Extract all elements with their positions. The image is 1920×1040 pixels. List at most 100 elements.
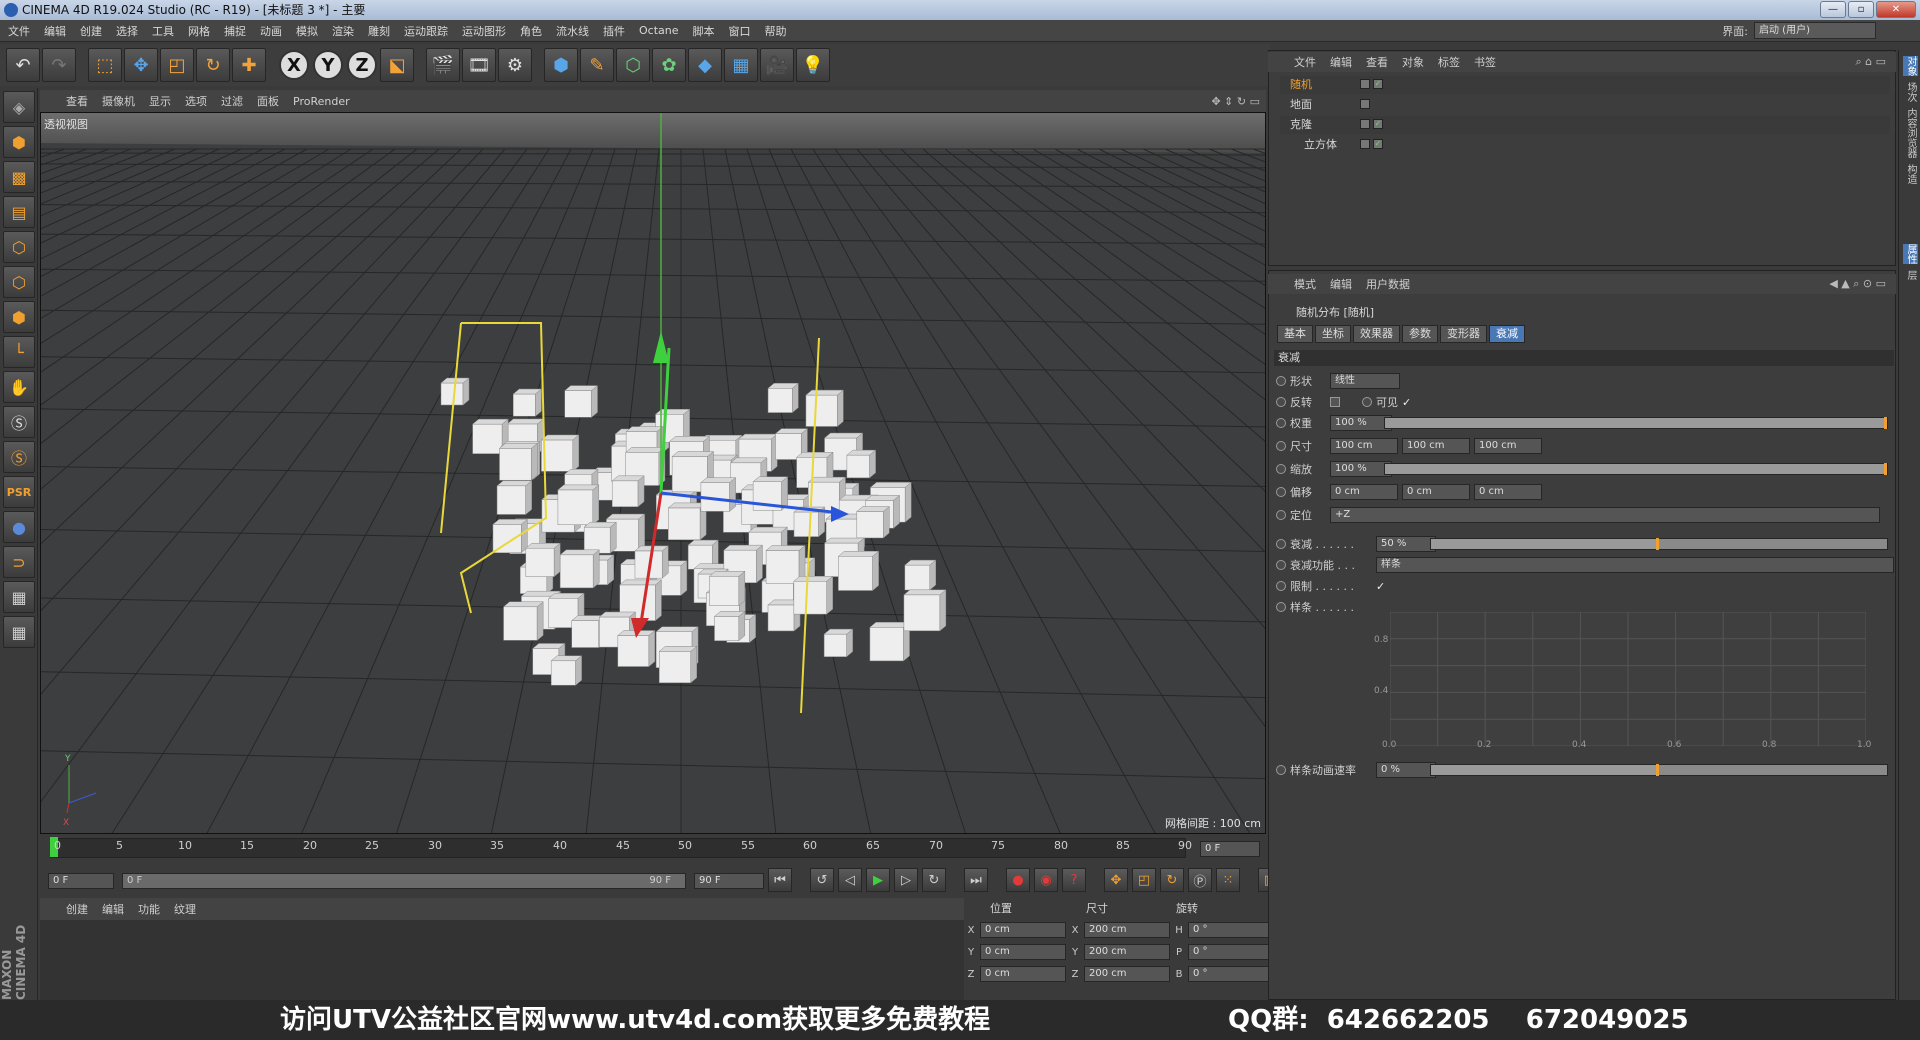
move-tool-icon[interactable]: ✥ — [124, 48, 158, 82]
perspective-viewport[interactable]: Y X 网格间距 : 100 cm — [40, 112, 1266, 834]
falloff-slider[interactable] — [1430, 538, 1888, 550]
viewport-menu-cameras[interactable]: 摄像机 — [102, 93, 135, 109]
om-menu-tags[interactable]: 标签 — [1438, 54, 1460, 70]
frame-range-slider[interactable]: 0 F 90 F — [122, 873, 686, 889]
position-x-field[interactable]: 0 cm — [980, 922, 1066, 938]
next-key-icon[interactable]: ↻ — [922, 868, 946, 892]
tab-falloff[interactable]: 衰减 — [1489, 325, 1525, 343]
render-view-icon[interactable]: 🎬 — [426, 48, 460, 82]
am-menu-mode[interactable]: 模式 — [1294, 276, 1316, 292]
go-to-end-icon[interactable]: ⏭ — [964, 868, 988, 892]
points-mode-icon[interactable]: ⬡ — [3, 231, 35, 263]
am-nav-icons[interactable]: ◀ ▲ ⌕ ⊙ ▭ — [1829, 277, 1886, 291]
rotation-p-field[interactable]: 0 ° — [1188, 944, 1274, 960]
size-y-field[interactable]: 200 cm — [1084, 944, 1170, 960]
grid-snap-icon[interactable]: ▦ — [3, 616, 35, 648]
visible-checkbox[interactable]: ✓ — [1402, 396, 1411, 409]
om-search-icon[interactable]: ⌕ ⌂ ▭ — [1855, 55, 1886, 69]
material-menu-texture[interactable]: 纹理 — [174, 901, 196, 917]
material-menu-function[interactable]: 功能 — [138, 901, 160, 917]
undo-icon[interactable]: ↶ — [6, 48, 40, 82]
weight-field[interactable]: 100 % — [1330, 415, 1392, 431]
clamp-checkbox[interactable]: ✓ — [1376, 580, 1385, 593]
position-z-field[interactable]: 0 cm — [980, 966, 1066, 982]
texture-mode-icon[interactable]: ▩ — [3, 161, 35, 193]
close-button[interactable]: ✕ — [1876, 1, 1916, 18]
workplane-icon[interactable]: ▤ — [3, 196, 35, 228]
menu-pipeline[interactable]: 流水线 — [556, 23, 589, 39]
strip-tab-attributes[interactable]: 属性 — [1903, 244, 1918, 264]
point-level-icon[interactable]: ⁙ — [1216, 868, 1240, 892]
grid-lock-icon[interactable]: ▦ — [3, 581, 35, 613]
menu-help[interactable]: 帮助 — [765, 23, 787, 39]
weight-slider[interactable] — [1384, 417, 1888, 429]
menu-mesh[interactable]: 网格 — [188, 23, 210, 39]
keyframe-selection-icon[interactable]: ? — [1062, 868, 1086, 892]
recent-tool-icon[interactable]: ✚ — [232, 48, 266, 82]
size-x-field[interactable]: 100 cm — [1330, 438, 1398, 454]
om-menu-file[interactable]: 文件 — [1294, 54, 1316, 70]
mograph-cloner-icon[interactable]: ✿ — [652, 48, 686, 82]
om-menu-edit[interactable]: 编辑 — [1330, 54, 1352, 70]
deformer-icon[interactable]: ◆ — [688, 48, 722, 82]
spline-anim-speed-slider[interactable] — [1430, 764, 1888, 776]
layout-dropdown[interactable]: 启动 (用户) — [1754, 22, 1876, 39]
menu-file[interactable]: 文件 — [8, 23, 30, 39]
am-menu-userdata[interactable]: 用户数据 — [1366, 276, 1410, 292]
orientation-dropdown[interactable]: +Z — [1330, 507, 1880, 523]
menu-tools[interactable]: 工具 — [152, 23, 174, 39]
live-selection-icon[interactable]: ⬚ — [88, 48, 122, 82]
render-picture-viewer-icon[interactable]: 🎞 — [462, 48, 496, 82]
menu-simulate[interactable]: 模拟 — [296, 23, 318, 39]
menu-select[interactable]: 选择 — [116, 23, 138, 39]
strip-tab-content-browser[interactable]: 内容浏览器 — [1903, 108, 1918, 158]
scale-field[interactable]: 100 % — [1330, 461, 1392, 477]
viewport-menu-prorender[interactable]: ProRender — [293, 95, 350, 108]
end-frame-field[interactable]: 90 F — [694, 873, 764, 889]
rotate-tool-icon[interactable]: ↻ — [196, 48, 230, 82]
record-keys-icon[interactable]: ● — [1006, 868, 1030, 892]
viewport-nav-icons[interactable]: ✥ ⇕ ↻ ▭ — [1211, 95, 1260, 108]
viewport-menu-display[interactable]: 显示 — [149, 93, 171, 109]
scale-tool-icon[interactable]: ◰ — [160, 48, 194, 82]
menu-plugins[interactable]: 插件 — [603, 23, 625, 39]
scale-slider[interactable] — [1384, 463, 1888, 475]
object-row-cloner[interactable]: 克隆 ✓ — [1280, 116, 1890, 134]
offset-x-field[interactable]: 0 cm — [1330, 484, 1398, 500]
menu-render[interactable]: 渲染 — [332, 23, 354, 39]
magnet-icon[interactable]: ⊃ — [3, 546, 35, 578]
material-menu-create[interactable]: 创建 — [66, 901, 88, 917]
om-menu-view[interactable]: 查看 — [1366, 54, 1388, 70]
viewport-menu-filter[interactable]: 过滤 — [221, 93, 243, 109]
menu-sculpt[interactable]: 雕刻 — [368, 23, 390, 39]
light-icon[interactable]: 💡 — [796, 48, 830, 82]
maximize-button[interactable]: ▫ — [1848, 1, 1874, 18]
am-menu-edit[interactable]: 编辑 — [1330, 276, 1352, 292]
psr-icon[interactable]: PSR — [3, 476, 35, 508]
render-settings-icon[interactable]: ⚙ — [498, 48, 532, 82]
next-frame-icon[interactable]: ▷ — [894, 868, 918, 892]
strip-tab-takes[interactable]: 场次 — [1903, 82, 1918, 102]
rotation-b-field[interactable]: 0 ° — [1188, 966, 1274, 982]
soft-selection-icon[interactable]: Ⓢ — [3, 441, 35, 473]
size-y-field[interactable]: 100 cm — [1402, 438, 1470, 454]
autokey-icon[interactable]: ◉ — [1034, 868, 1058, 892]
tab-basic[interactable]: 基本 — [1277, 325, 1313, 343]
tweak-mode-icon[interactable]: ✋ — [3, 371, 35, 403]
redo-icon[interactable]: ↷ — [42, 48, 76, 82]
shape-dropdown[interactable]: 线性 — [1330, 373, 1400, 389]
om-menu-bookmarks[interactable]: 书签 — [1474, 54, 1496, 70]
rotation-key-icon[interactable]: ↻ — [1160, 868, 1184, 892]
object-row-cube[interactable]: 立方体 ✓ — [1280, 136, 1890, 154]
offset-y-field[interactable]: 0 cm — [1402, 484, 1470, 500]
invert-checkbox[interactable] — [1330, 397, 1340, 407]
axis-mode-icon[interactable]: └ — [3, 336, 35, 368]
strip-tab-structure[interactable]: 构造 — [1903, 164, 1918, 184]
x-axis-lock-button[interactable]: X — [279, 50, 309, 80]
menu-window[interactable]: 窗口 — [729, 23, 751, 39]
viewport-menu-panel[interactable]: 面板 — [257, 93, 279, 109]
polygons-mode-icon[interactable]: ⬢ — [3, 301, 35, 333]
object-row-floor[interactable]: 地面 — [1280, 96, 1890, 114]
viewport-menu-view[interactable]: 查看 — [66, 93, 88, 109]
size-z-field[interactable]: 100 cm — [1474, 438, 1542, 454]
